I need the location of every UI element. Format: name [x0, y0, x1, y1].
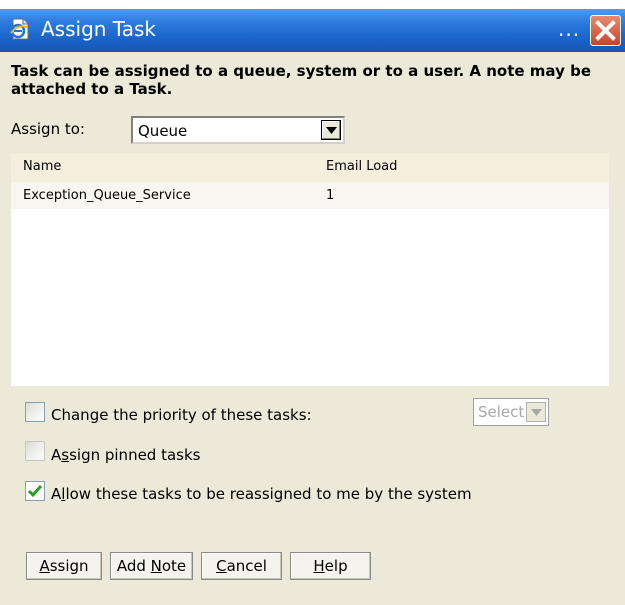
assign-task-dialog: Assign Task ... Task can be assigned to …	[0, 0, 625, 605]
title-ellipsis: ...	[558, 17, 581, 41]
cell-email-load: 1	[326, 188, 335, 203]
priority-select-value: Select	[478, 403, 525, 421]
assign-pinned-checkbox[interactable]	[25, 441, 45, 461]
ie-page-icon	[8, 17, 32, 41]
column-header-name[interactable]: Name	[23, 159, 61, 174]
allow-reassign-label[interactable]: Allow these tasks to be reassigned to me…	[51, 485, 472, 503]
intro-text: Task can be assigned to a queue, system …	[11, 62, 592, 98]
add-note-button[interactable]: Add Note	[110, 552, 193, 580]
column-header-email-load[interactable]: Email Load	[326, 159, 397, 174]
assign-to-label: Assign to:	[11, 120, 85, 138]
window-title: Assign Task	[41, 17, 156, 41]
dropdown-arrow-icon[interactable]	[526, 402, 546, 422]
assign-to-value: Queue	[138, 122, 188, 140]
priority-select[interactable]: Select	[473, 398, 549, 426]
assign-pinned-label[interactable]: Assign pinned tasks	[51, 446, 200, 464]
assign-button[interactable]: Assign	[26, 552, 102, 580]
change-priority-label[interactable]: Change the priority of these tasks:	[51, 406, 312, 424]
cancel-button[interactable]: Cancel	[201, 552, 282, 580]
dropdown-arrow-icon[interactable]	[321, 120, 341, 140]
allow-reassign-checkbox[interactable]	[25, 481, 45, 501]
close-x-icon	[595, 20, 616, 41]
title-bar[interactable]: Assign Task ...	[0, 9, 625, 52]
table-header: Name Email Load	[11, 153, 609, 182]
cell-name: Exception_Queue_Service	[23, 188, 191, 203]
assign-to-select[interactable]: Queue	[131, 116, 345, 144]
queue-table: Name Email Load Exception_Queue_Service …	[11, 153, 609, 386]
table-row[interactable]: Exception_Queue_Service 1	[11, 182, 609, 209]
help-button[interactable]: Help	[290, 552, 371, 580]
change-priority-checkbox[interactable]	[25, 402, 45, 422]
close-button[interactable]	[590, 15, 621, 46]
checkmark-icon	[27, 485, 43, 498]
